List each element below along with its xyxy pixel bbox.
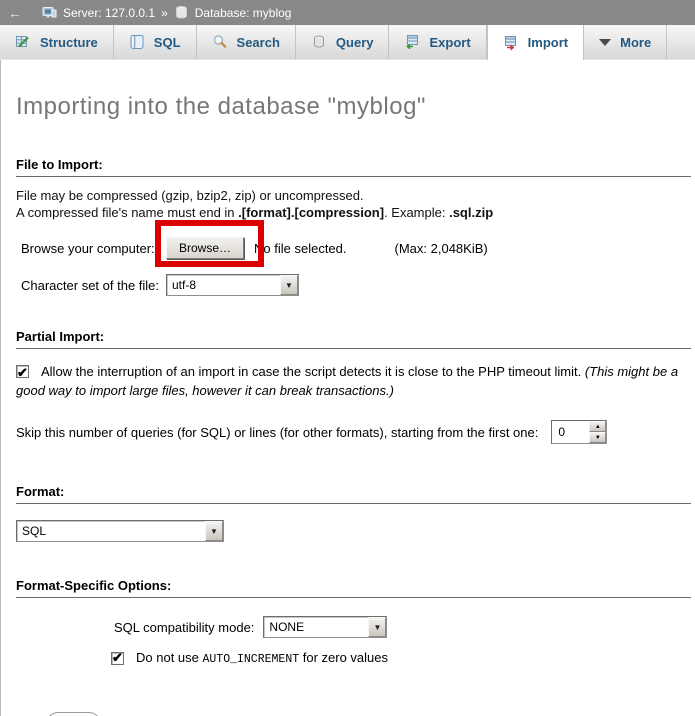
section-heading-format: Format: [16, 484, 691, 504]
skip-queries-value: 0 [552, 421, 589, 443]
section-heading-partial-import: Partial Import: [16, 329, 691, 349]
tab-search[interactable]: Search [197, 25, 296, 59]
compression-note: File may be compressed (gzip, bzip2, zip… [16, 187, 695, 221]
auto-increment-checkbox[interactable] [111, 652, 124, 665]
tab-label: Import [528, 35, 568, 50]
import-icon [503, 35, 519, 51]
tab-more[interactable]: More [584, 25, 667, 59]
tab-sql[interactable]: SQL [114, 25, 197, 59]
go-button[interactable]: Go [46, 712, 101, 716]
allow-interrupt-text: Allow the interruption of an import in c… [41, 364, 585, 379]
back-arrow-icon[interactable]: ← [8, 5, 22, 21]
browse-label: Browse your computer: [16, 241, 166, 256]
auto-increment-label: Do not use AUTO_INCREMENT for zero value… [136, 650, 388, 666]
section-heading-file-to-import: File to Import: [16, 157, 691, 177]
auto-increment-label-suffix: for zero values [299, 650, 388, 665]
tab-query[interactable]: Query [296, 25, 390, 59]
sql-compatibility-select[interactable]: NONE [263, 616, 387, 638]
breadcrumb: ← Server: 127.0.0.1 » Database: myblog [0, 0, 695, 25]
server-icon [42, 5, 57, 20]
sql-compatibility-label: SQL compatibility mode: [114, 620, 254, 635]
tab-import[interactable]: Import [487, 25, 584, 60]
tab-label: Query [336, 35, 374, 50]
auto-increment-row: Do not use AUTO_INCREMENT for zero value… [111, 650, 695, 666]
tab-label: Search [237, 35, 280, 50]
spinner-buttons [589, 421, 606, 443]
dropdown-arrow-icon [280, 275, 298, 295]
dropdown-arrow-icon [205, 521, 223, 541]
charset-select[interactable]: utf-8 [166, 274, 299, 296]
format-select[interactable]: SQL [16, 520, 224, 542]
sql-compatibility-row: SQL compatibility mode: NONE [114, 616, 695, 638]
breadcrumb-server[interactable]: Server: 127.0.0.1 [63, 6, 155, 20]
compression-note-line2-prefix: A compressed file's name must end in [16, 205, 238, 220]
tab-export[interactable]: Export [389, 25, 486, 59]
file-upload-row: Browse your computer: Browse… No file se… [16, 236, 695, 260]
spinner-down-icon[interactable] [589, 432, 606, 443]
tab-bar: Structure SQL Search Query [0, 25, 695, 60]
charset-row: Character set of the file: utf-8 [16, 273, 695, 297]
tab-label: SQL [154, 35, 181, 50]
chevron-down-icon [599, 39, 611, 46]
tab-structure[interactable]: Structure [0, 25, 114, 59]
compression-note-line2-mid: . Example: [384, 205, 449, 220]
page-title: Importing into the database "myblog" [16, 60, 695, 121]
skip-queries-row: Skip this number of queries (for SQL) or… [16, 420, 695, 444]
format-select-value: SQL [17, 521, 205, 541]
compression-format-pattern: .[format].[compression] [238, 205, 384, 220]
sql-compatibility-value: NONE [264, 617, 368, 637]
section-heading-format-specific-options: Format-Specific Options: [16, 578, 691, 598]
import-page: Importing into the database "myblog" Fil… [0, 60, 695, 716]
max-upload-size: (Max: 2,048KiB) [395, 241, 488, 256]
browse-button[interactable]: Browse… [166, 237, 244, 259]
allow-interrupt-row: Allow the interruption of an import in c… [16, 362, 695, 400]
export-icon [404, 34, 420, 50]
compression-note-line1: File may be compressed (gzip, bzip2, zip… [16, 188, 364, 203]
dropdown-arrow-icon [368, 617, 386, 637]
database-icon [174, 5, 189, 20]
breadcrumb-database[interactable]: Database: myblog [195, 6, 292, 20]
auto-increment-code: AUTO_INCREMENT [203, 653, 300, 666]
auto-increment-label-prefix: Do not use [136, 650, 203, 665]
charset-select-value: utf-8 [167, 275, 280, 295]
tab-label: Export [429, 35, 470, 50]
structure-icon [15, 34, 31, 50]
charset-label: Character set of the file: [16, 278, 166, 293]
search-icon [212, 34, 228, 50]
breadcrumb-separator: » [161, 6, 168, 20]
skip-queries-label: Skip this number of queries (for SQL) or… [16, 425, 538, 440]
allow-interrupt-checkbox[interactable] [16, 365, 29, 378]
tab-label: More [620, 35, 651, 50]
compression-example: .sql.zip [449, 205, 493, 220]
spinner-up-icon[interactable] [589, 421, 606, 432]
skip-queries-input[interactable]: 0 [551, 420, 607, 444]
query-icon [311, 34, 327, 50]
format-select-row: SQL [16, 520, 695, 542]
no-file-selected-text: No file selected. [254, 241, 347, 256]
sql-icon [129, 34, 145, 50]
tab-label: Structure [40, 35, 98, 50]
